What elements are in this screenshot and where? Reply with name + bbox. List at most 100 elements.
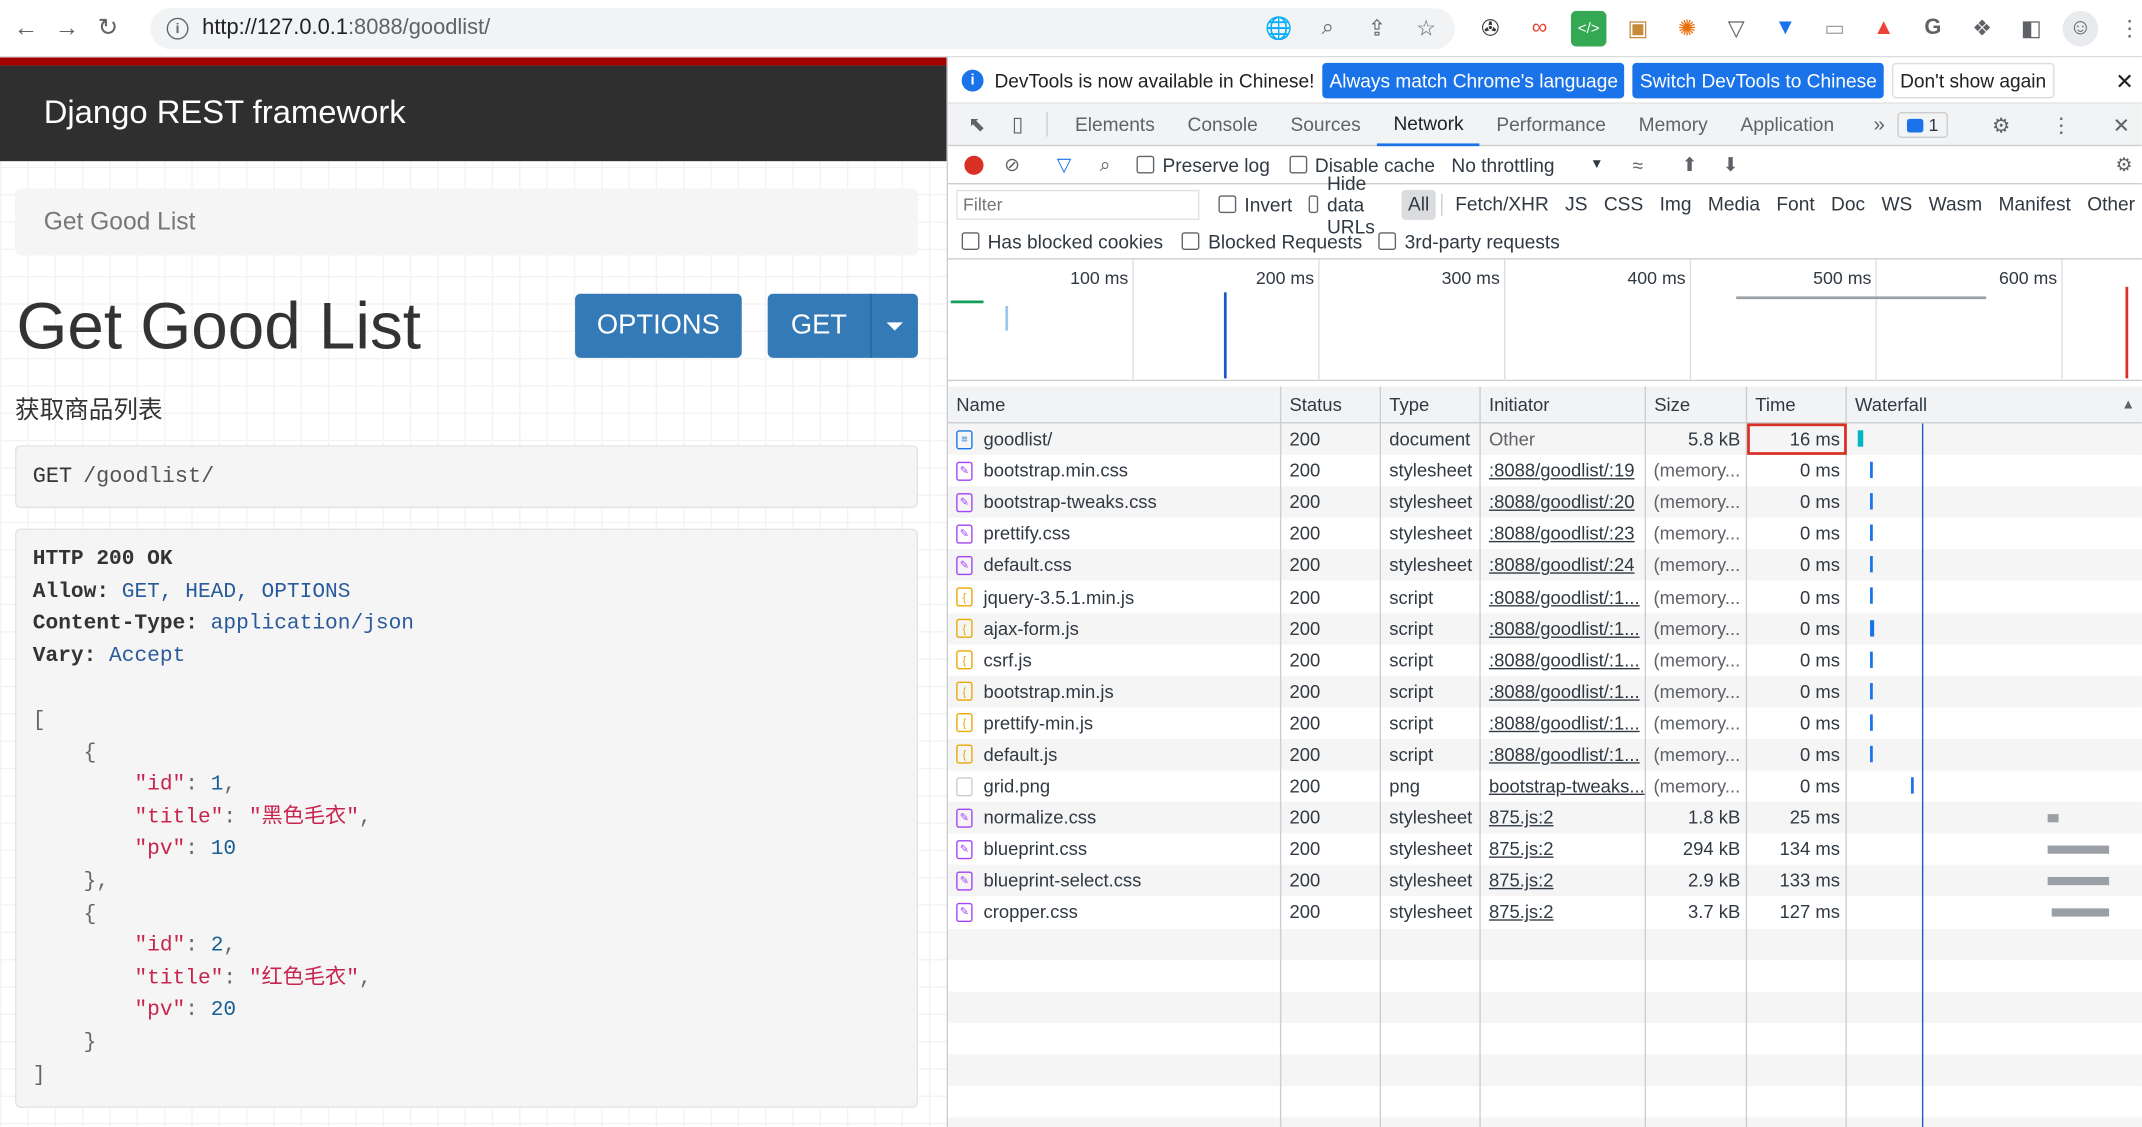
- network-settings-gear-icon[interactable]: ⚙: [2112, 152, 2137, 177]
- tab-application[interactable]: Application: [1724, 103, 1850, 145]
- close-devtools-icon[interactable]: ✕: [2109, 113, 2134, 137]
- table-row[interactable]: {default.js 200 script:8088/goodlist/:1...…: [948, 738, 2142, 771]
- extension-infinity-icon[interactable]: ∞: [1522, 11, 1558, 47]
- inspect-element-icon[interactable]: ⬉: [964, 112, 989, 136]
- table-row[interactable]: ✎ normalize.css 200 stylesheet 875.js:2 1.8 k…: [948, 802, 2142, 834]
- table-row[interactable]: grid.png 200 png bootstrap-tweaks... (memory…: [948, 770, 2142, 803]
- cell-name[interactable]: grid.png: [948, 770, 1282, 803]
- throttling-select[interactable]: No throttling ▼: [1451, 154, 1603, 176]
- type-filter-media[interactable]: Media: [1701, 189, 1767, 219]
- more-options-icon[interactable]: ⋮: [2049, 113, 2074, 137]
- checkbox[interactable]: [1288, 155, 1307, 174]
- back-arrow-icon[interactable]: ←: [11, 13, 41, 43]
- cell-name[interactable]: {prettify-min.js: [948, 707, 1282, 739]
- type-filter-css[interactable]: CSS: [1597, 189, 1650, 219]
- extensions-puzzle-icon[interactable]: ❖: [1964, 11, 2000, 47]
- type-filter-fetch-xhr[interactable]: Fetch/XHR: [1448, 189, 1555, 219]
- tab-performance[interactable]: Performance: [1480, 103, 1622, 145]
- forward-arrow-icon[interactable]: →: [52, 13, 82, 43]
- type-filter-doc[interactable]: Doc: [1824, 189, 1872, 219]
- column-header-time[interactable]: Time: [1747, 386, 1847, 424]
- cell-name[interactable]: {ajax-form.js: [948, 612, 1282, 645]
- cell-initiator[interactable]: :8088/goodlist/:1...: [1481, 738, 1647, 771]
- tab-network[interactable]: Network: [1377, 103, 1480, 146]
- table-row[interactable]: ≡ goodlist/200 document Other 5.8 kB 16 ms: [948, 423, 2142, 456]
- cell-initiator[interactable]: :8088/goodlist/:24: [1481, 549, 1647, 582]
- checkbox[interactable]: [1218, 195, 1237, 214]
- cell-initiator[interactable]: :8088/goodlist/:20: [1481, 486, 1647, 519]
- checkbox[interactable]: [961, 232, 980, 250]
- table-row[interactable]: {csrf.js 200 script:8088/goodlist/:1... (me…: [948, 644, 2142, 676]
- profile-avatar-icon[interactable]: ☺: [2062, 10, 2099, 47]
- table-row[interactable]: ✎ bootstrap-tweaks.css 200 stylesheet:8088/…: [948, 486, 2142, 519]
- type-filter-font[interactable]: Font: [1770, 189, 1822, 219]
- column-header-size[interactable]: Size: [1646, 386, 1748, 424]
- cell-name[interactable]: ✎ cropper.css: [948, 896, 1282, 929]
- cell-name[interactable]: {default.js: [948, 738, 1282, 771]
- type-filter-wasm[interactable]: Wasm: [1922, 189, 1989, 219]
- cell-initiator[interactable]: :8088/goodlist/:1...: [1481, 612, 1647, 645]
- switch-to-chinese-button[interactable]: Switch DevTools to Chinese: [1632, 62, 1884, 98]
- cell-name[interactable]: {bootstrap.min.js: [948, 675, 1282, 708]
- breadcrumb-item[interactable]: Get Good List: [44, 208, 196, 237]
- table-row[interactable]: ✎ cropper.css 200 stylesheet 875.js:2 3.7 kB 1…: [948, 896, 2142, 929]
- network-overview-timeline[interactable]: 100 ms 200 ms 300 ms 400 ms 500 ms 600 m…: [948, 259, 2142, 382]
- hide-data-urls-checkbox[interactable]: Hide data URLs: [1308, 171, 1393, 237]
- extension-g-icon[interactable]: G: [1915, 11, 1951, 47]
- table-row[interactable]: ✎ bootstrap.min.css 200 stylesheet:8088/goo…: [948, 455, 2142, 487]
- blocked-cookies-checkbox[interactable]: Has blocked cookies: [961, 230, 1163, 252]
- menu-kebab-icon[interactable]: ⋮: [2112, 11, 2142, 47]
- cell-initiator[interactable]: :8088/goodlist/:1...: [1481, 707, 1647, 739]
- tab-sources[interactable]: Sources: [1274, 103, 1377, 145]
- get-format-dropdown[interactable]: [870, 293, 918, 358]
- cell-name[interactable]: ✎ default.css: [948, 549, 1282, 582]
- cell-name[interactable]: ✎ normalize.css: [948, 802, 1282, 834]
- table-row[interactable]: {jquery-3.5.1.min.js 200 script:8088/goodl…: [948, 581, 2142, 613]
- column-header-name[interactable]: Name: [948, 386, 1282, 424]
- table-row[interactable]: ✎ prettify.css 200 stylesheet:8088/goodlist…: [948, 518, 2142, 550]
- cell-name[interactable]: ✎ bootstrap.min.css: [948, 455, 1282, 487]
- table-row[interactable]: {prettify-min.js 200 script:8088/goodlist/…: [948, 707, 2142, 739]
- cell-name[interactable]: ✎ blueprint.css: [948, 833, 1282, 866]
- get-button[interactable]: GET: [768, 310, 870, 341]
- url-text[interactable]: http://127.0.0.1:8088/goodlist/: [202, 16, 490, 41]
- device-toggle-icon[interactable]: ▯: [1005, 112, 1030, 136]
- dont-show-again-button[interactable]: Don't show again: [1891, 62, 2055, 98]
- cell-name[interactable]: ✎ prettify.css: [948, 518, 1282, 550]
- extension-v-icon[interactable]: ▽: [1718, 11, 1754, 47]
- type-filter-other[interactable]: Other: [2080, 189, 2141, 219]
- cell-name[interactable]: ✎ blueprint-select.css: [948, 865, 1282, 897]
- type-filter-img[interactable]: Img: [1653, 189, 1699, 219]
- filter-icon[interactable]: ▽: [1052, 152, 1077, 177]
- cell-initiator[interactable]: :8088/goodlist/:1...: [1481, 675, 1647, 708]
- record-icon[interactable]: [964, 155, 984, 175]
- preserve-log-checkbox[interactable]: Preserve log: [1136, 154, 1270, 176]
- network-conditions-icon[interactable]: ≈: [1625, 152, 1650, 177]
- share-icon[interactable]: ⇪: [1362, 14, 1392, 44]
- export-har-icon[interactable]: ⬇: [1718, 152, 1743, 177]
- address-bar[interactable]: i http://127.0.0.1:8088/goodlist/ 🌐 ⌕ ⇪ …: [150, 8, 1455, 50]
- translate-icon[interactable]: 🌐: [1264, 14, 1294, 44]
- cell-initiator[interactable]: bootstrap-tweaks...: [1481, 770, 1647, 803]
- type-filter-ws[interactable]: WS: [1875, 189, 1919, 219]
- type-filter-js[interactable]: JS: [1558, 189, 1594, 219]
- column-header-status[interactable]: Status: [1281, 386, 1382, 424]
- cell-initiator[interactable]: 875.js:2: [1481, 833, 1647, 866]
- reload-icon[interactable]: ↻: [93, 13, 123, 43]
- issues-badge[interactable]: 1: [1897, 112, 1948, 138]
- checkbox[interactable]: [1182, 232, 1200, 250]
- extension-vue-icon[interactable]: ▼: [1768, 11, 1804, 47]
- side-panel-icon[interactable]: ◧: [2013, 11, 2049, 47]
- extension-screen-icon[interactable]: ▭: [1817, 11, 1853, 47]
- extension-red-icon[interactable]: ▲: [1866, 11, 1902, 47]
- settings-gear-icon[interactable]: ⚙: [1989, 113, 2014, 137]
- options-button[interactable]: OPTIONS: [575, 293, 742, 358]
- column-header-initiator[interactable]: Initiator: [1481, 386, 1647, 424]
- clear-icon[interactable]: ⊘: [1000, 152, 1025, 177]
- invert-checkbox[interactable]: Invert: [1218, 193, 1292, 215]
- zoom-icon[interactable]: ⌕: [1313, 14, 1343, 44]
- cell-name[interactable]: {jquery-3.5.1.min.js: [948, 581, 1282, 613]
- cell-initiator[interactable]: :8088/goodlist/:19: [1481, 455, 1647, 487]
- extension-en-icon[interactable]: ✇: [1473, 11, 1509, 47]
- table-row[interactable]: ✎ blueprint-select.css 200 stylesheet 875.js…: [948, 865, 2142, 897]
